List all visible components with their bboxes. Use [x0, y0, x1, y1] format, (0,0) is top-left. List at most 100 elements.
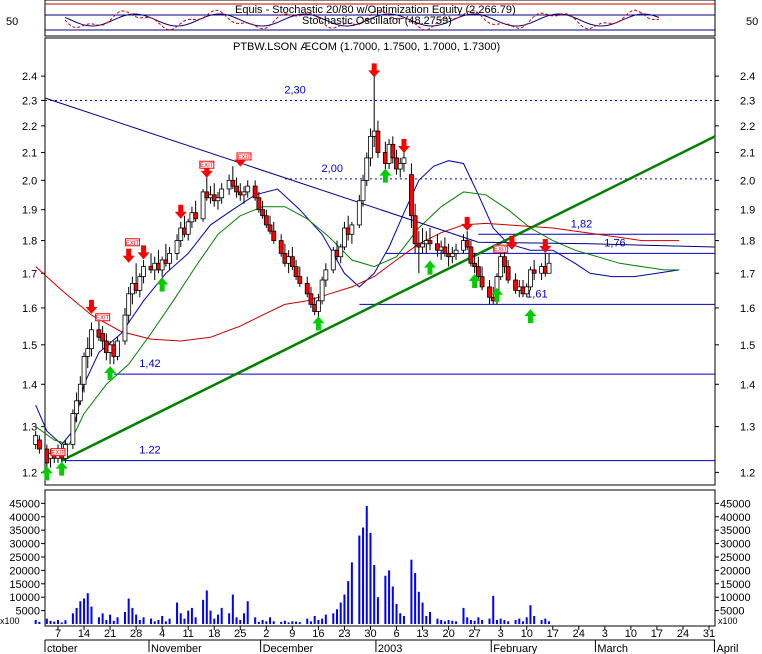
candle-body: [100, 333, 106, 342]
volume-bar: [194, 617, 197, 624]
volume-bar: [462, 607, 465, 624]
x-tick-label: 6: [393, 628, 399, 640]
x-tick-label: 17: [651, 628, 663, 640]
volume-bar: [347, 581, 350, 624]
x-tick-label: 3: [498, 628, 504, 640]
level-label: 2,30: [284, 84, 305, 96]
y-tick-label: 1.9: [740, 205, 755, 217]
candle-body: [271, 230, 277, 241]
volume-bar: [239, 619, 242, 624]
volume-bar: [142, 617, 145, 624]
volume-bar: [202, 599, 205, 624]
candle-body: [449, 253, 455, 258]
candle-body: [368, 135, 373, 159]
volume-tick-label: 30000: [720, 539, 751, 551]
x-tick-label: 17: [547, 628, 559, 640]
candle-body: [453, 249, 459, 254]
candle-body: [479, 276, 485, 288]
volume-bar: [213, 618, 216, 624]
volume-bar: [529, 605, 532, 624]
exit-marker: EXIT: [95, 313, 111, 322]
candle-body: [487, 286, 492, 298]
candle-body: [137, 276, 143, 291]
y-tick-label: 1.7: [740, 268, 755, 280]
volume-tick-label: 10000: [9, 592, 40, 604]
candle-body: [81, 355, 87, 385]
level-label: 1.22: [139, 445, 160, 457]
volume-bar: [57, 619, 59, 624]
volume-bar: [358, 535, 361, 624]
volume-bar: [414, 573, 417, 624]
x-tick-label: 23: [338, 628, 350, 640]
candle-body: [442, 246, 448, 254]
volume-bar: [127, 598, 130, 624]
volume-bar: [395, 603, 398, 624]
volume-bar: [176, 602, 179, 624]
volume-bar: [179, 613, 182, 624]
volume-bar: [514, 619, 517, 624]
volume-bar: [60, 622, 63, 624]
candle-body: [408, 174, 414, 217]
volume-bar: [417, 591, 420, 624]
volume-bar: [339, 602, 342, 624]
candle-body: [260, 209, 266, 217]
volume-bar: [507, 621, 510, 624]
x-axis-ticks: 7 14 21 28 4 11 18 25 2 9 16 23 30 6 13 20 27 3 10 17 24 3 10 1…: [55, 626, 715, 640]
volume-bar: [540, 619, 543, 624]
candle-body: [468, 246, 474, 264]
candle-body: [267, 224, 273, 232]
volume-tick-label: 30000: [9, 539, 40, 551]
candle-body: [412, 215, 418, 245]
volume-bar: [481, 619, 484, 624]
volume-bar: [116, 617, 119, 624]
candle-body: [308, 293, 314, 305]
x-tick-label: 2: [263, 628, 269, 640]
candle-body: [115, 340, 120, 357]
volume-bar: [257, 621, 260, 624]
volume-bar: [153, 621, 156, 624]
candle-body: [397, 163, 403, 170]
candle-body: [234, 185, 239, 193]
volume-bar: [533, 615, 536, 624]
volume-bar: [283, 620, 286, 624]
volume-bar: [86, 593, 89, 624]
candle-body: [126, 293, 132, 316]
volume-bar: [209, 610, 212, 624]
exit-marker: EXIT: [124, 238, 140, 247]
x-tick-label: 11: [182, 628, 193, 640]
oscillator-pane: Equis - Stochastic 20/80 w/Optimization …: [6, 0, 758, 37]
volume-bar: [235, 617, 238, 624]
volume-bar: [97, 617, 100, 624]
volume-bar: [440, 619, 443, 624]
candle-body: [70, 413, 76, 445]
candle-body: [278, 240, 284, 254]
volume-bar: [131, 607, 134, 624]
volume-bar: [216, 614, 219, 624]
volume-tick-label: 45000: [9, 498, 40, 510]
candle-body: [524, 286, 530, 295]
exit-label: EXIT: [494, 247, 508, 253]
volume-bar: [350, 562, 353, 624]
volume-bar: [157, 619, 160, 624]
volume-bar: [376, 597, 379, 624]
volume-bar: [466, 617, 469, 624]
month-label: March: [597, 643, 628, 654]
y-tick-label: 1.5: [22, 340, 37, 352]
candle-body: [193, 212, 199, 220]
level-label: 1,76: [604, 237, 625, 249]
candle-body: [167, 253, 173, 264]
candle-body: [297, 276, 303, 284]
x-tick-label: 10: [521, 628, 533, 640]
candle-body: [122, 314, 128, 342]
candle-body: [319, 279, 325, 302]
x-tick-label: 7: [55, 628, 61, 640]
candle-body: [77, 383, 83, 402]
volume-bar: [112, 620, 115, 624]
volume-bar: [544, 618, 547, 624]
volume-pane: 5000 500010000 1000015000 1500020000 2000025…: [0, 489, 751, 627]
volume-bar: [45, 618, 48, 624]
stock-chart: Equis - Stochastic 20/80 w/Optimization …: [0, 0, 762, 654]
volume-bar: [384, 575, 387, 624]
volume-bar: [205, 590, 208, 624]
candle-body: [505, 266, 511, 281]
